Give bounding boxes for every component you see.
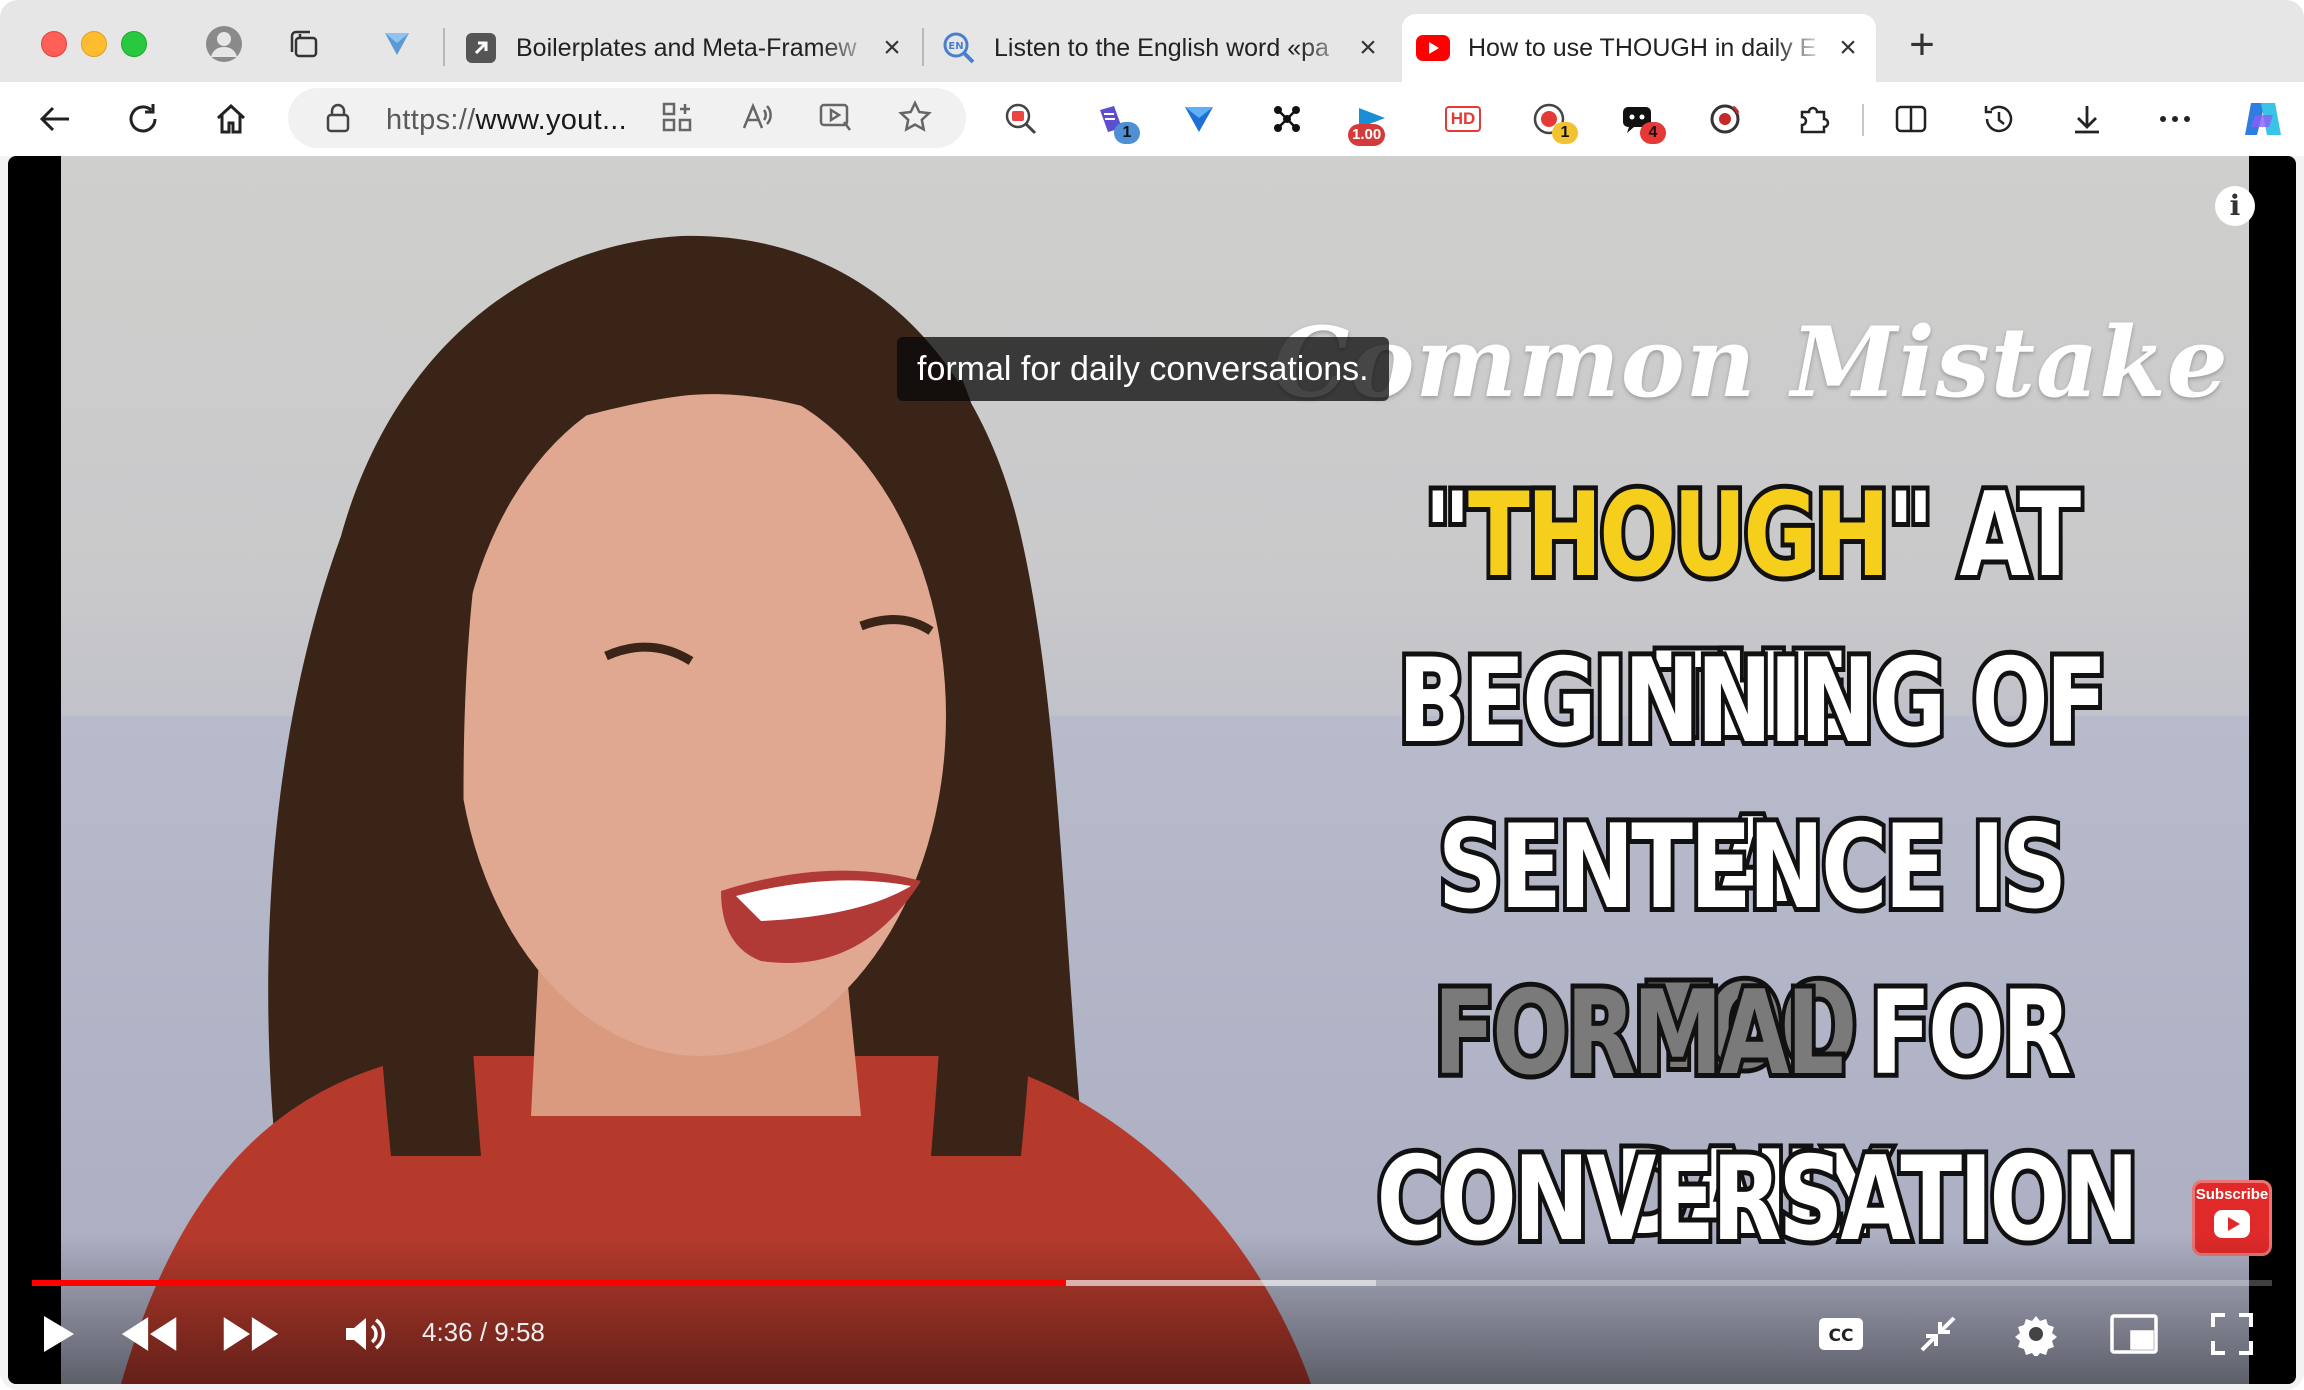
- caption-text: formal for daily conversations.: [897, 337, 1389, 401]
- downloads-icon[interactable]: [2060, 92, 2114, 146]
- time-display: 4:36 / 9:58: [422, 1317, 545, 1347]
- copilot-icon[interactable]: [2236, 92, 2290, 146]
- minimize-window-button[interactable]: [81, 31, 107, 57]
- svg-text:EN: EN: [948, 41, 963, 52]
- hd-extension-icon[interactable]: HD: [1436, 92, 1490, 146]
- play-button[interactable]: [28, 1304, 88, 1364]
- refresh-button[interactable]: [116, 92, 170, 146]
- app-available-icon[interactable]: [660, 100, 694, 139]
- profile-icon[interactable]: [202, 22, 246, 66]
- notification-badge: 1: [1552, 122, 1578, 144]
- split-screen-icon[interactable]: [1884, 92, 1938, 146]
- magnifier-en-icon: EN: [942, 31, 976, 65]
- tab-strip: Boilerplates and Meta-Framew × EN Listen…: [0, 0, 2304, 82]
- favorite-star-icon[interactable]: [898, 100, 932, 139]
- extensions-puzzle-icon[interactable]: [1786, 92, 1840, 146]
- tab-title: Boilerplates and Meta-Framew: [516, 33, 857, 62]
- video-translate-icon[interactable]: [818, 100, 854, 139]
- youtube-player[interactable]: Common Mistake "THOUGH" AT THE BEGINNING…: [8, 156, 2296, 1384]
- exit-expand-icon[interactable]: [1908, 1304, 1968, 1364]
- back-button[interactable]: [28, 92, 82, 146]
- network-extension-icon[interactable]: [1260, 92, 1314, 146]
- workspaces-icon[interactable]: [282, 22, 326, 66]
- tab-boilerplates[interactable]: Boilerplates and Meta-Framew ×: [450, 14, 920, 82]
- address-bar[interactable]: https://www.yout...: [288, 88, 966, 148]
- played-bar: [32, 1280, 1067, 1286]
- tab-listen-english[interactable]: EN Listen to the English word «pa ×: [928, 14, 1396, 82]
- tab-title: Listen to the English word «pa: [994, 33, 1329, 62]
- browser-toolbar: https://www.yout... 1 1.00 HD 1 4: [0, 82, 2304, 156]
- playback-rate-extension-icon[interactable]: 1.00: [1346, 92, 1400, 146]
- new-tab-button[interactable]: +: [1902, 23, 1942, 67]
- notes-extension-icon[interactable]: 1: [1084, 92, 1140, 146]
- tab-youtube-though[interactable]: How to use THOUGH in daily E ×: [1402, 14, 1876, 82]
- maximize-window-button[interactable]: [121, 31, 147, 57]
- fast-forward-icon[interactable]: [220, 1304, 280, 1364]
- browser-window: Boilerplates and Meta-Framew × EN Listen…: [0, 0, 2304, 1390]
- arrow-link-icon: [464, 31, 498, 65]
- close-window-button[interactable]: [41, 31, 67, 57]
- settings-gear-icon[interactable]: [2006, 1304, 2066, 1364]
- highlight-word: THOUGH: [1464, 463, 1894, 608]
- close-tab-icon[interactable]: ×: [876, 31, 908, 64]
- info-button[interactable]: i: [2215, 186, 2255, 226]
- lock-icon[interactable]: [324, 102, 352, 139]
- overlay-script-heading: Common Mistake: [1273, 306, 2229, 419]
- home-button[interactable]: [204, 92, 258, 146]
- more-menu-icon[interactable]: [2148, 92, 2202, 146]
- captions-icon[interactable]: CC: [1811, 1304, 1871, 1364]
- tab-divider: [443, 28, 445, 66]
- miniplayer-icon[interactable]: [2104, 1304, 2164, 1364]
- notification-badge: 4: [1640, 122, 1666, 144]
- fullscreen-icon[interactable]: [2202, 1304, 2262, 1364]
- tab-extension-icon[interactable]: [375, 22, 419, 66]
- tab-divider: [922, 28, 924, 66]
- playback-rate-label: 1.00: [1348, 124, 1386, 146]
- filter-extension-icon[interactable]: [1172, 92, 1226, 146]
- progress-bar[interactable]: [32, 1280, 2272, 1286]
- close-tab-icon[interactable]: ×: [1352, 31, 1384, 64]
- svg-text:CC: CC: [1829, 1326, 1854, 1346]
- history-icon[interactable]: [1972, 92, 2026, 146]
- close-tab-icon[interactable]: ×: [1832, 31, 1864, 64]
- chat-extension-icon[interactable]: 4: [1610, 92, 1666, 146]
- youtube-icon: [1416, 31, 1450, 65]
- rewind-icon[interactable]: [120, 1304, 180, 1364]
- read-aloud-icon[interactable]: [740, 100, 774, 139]
- notification-badge: 1: [1114, 122, 1140, 144]
- search-video-extension-icon[interactable]: [994, 92, 1048, 146]
- toolbar-divider: [1862, 104, 1864, 136]
- tab-title: How to use THOUGH in daily E: [1468, 33, 1817, 62]
- url-text[interactable]: https://www.yout...: [386, 104, 627, 137]
- volume-icon[interactable]: [334, 1304, 394, 1364]
- screen-record-extension-icon[interactable]: [1698, 92, 1752, 146]
- record-extension-icon[interactable]: 1: [1522, 92, 1578, 146]
